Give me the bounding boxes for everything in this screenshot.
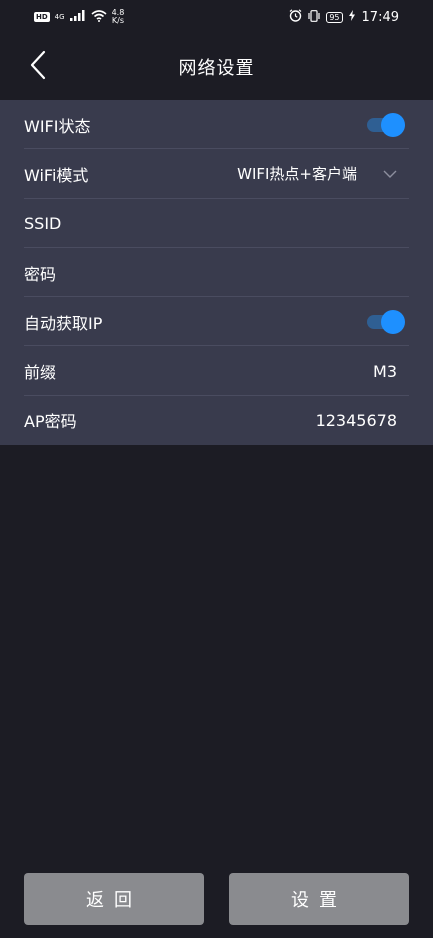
chevron-left-icon: [29, 50, 47, 84]
toggle-knob: [381, 309, 405, 334]
charging-icon: [348, 10, 355, 24]
back-button[interactable]: [18, 47, 58, 87]
password-row: 密码: [0, 248, 433, 298]
prefix-label: 前缀: [24, 363, 57, 383]
return-button[interactable]: 返回: [24, 873, 204, 925]
settings-panel: WIFI状态 WiFi模式 WIFI热点+客户端 SSID 密码 自动获取IP …: [0, 100, 433, 445]
cell-signal-icon: [69, 10, 86, 24]
ssid-input[interactable]: [197, 214, 397, 233]
network-settings-screen: HD 4G 4.8 K/s 95 17:49 网络设置 WIFI状态 WiFi模…: [0, 0, 433, 938]
password-label: 密码: [24, 264, 57, 284]
auto-ip-toggle[interactable]: [367, 309, 405, 334]
net-speed-unit: K/s: [111, 16, 124, 25]
ssid-row: SSID: [0, 199, 433, 249]
set-button[interactable]: 设置: [229, 873, 409, 925]
ssid-label: SSID: [24, 213, 62, 233]
wifi-mode-label: WiFi模式: [24, 165, 89, 185]
wifi-signal-icon: [91, 9, 107, 25]
status-right: 95 17:49: [289, 9, 399, 25]
wifi-mode-select[interactable]: WIFI热点+客户端: [237, 163, 397, 184]
prefix-row: 前缀 M3: [0, 346, 433, 397]
status-bar: HD 4G 4.8 K/s 95 17:49: [0, 0, 433, 34]
ap-password-label: AP密码: [24, 412, 77, 432]
wifi-status-toggle[interactable]: [367, 112, 405, 137]
hd-badge: HD: [34, 12, 50, 22]
status-left: HD 4G 4.8 K/s: [34, 9, 124, 25]
toggle-knob: [381, 112, 405, 137]
chevron-down-icon: [383, 170, 397, 178]
password-input[interactable]: [197, 263, 397, 282]
ap-password-value[interactable]: 12345678: [316, 411, 397, 430]
wifi-status-row: WIFI状态: [0, 100, 433, 150]
auto-ip-label: 自动获取IP: [24, 313, 103, 333]
auto-ip-row: 自动获取IP: [0, 297, 433, 347]
alarm-icon: [289, 9, 302, 25]
wifi-mode-value: WIFI热点+客户端: [237, 165, 357, 184]
net-speed: 4.8 K/s: [112, 9, 125, 25]
wifi-mode-row: WiFi模式 WIFI热点+客户端: [0, 149, 433, 199]
signal-gen-label: 4G: [54, 13, 65, 21]
header: 网络设置: [0, 34, 433, 100]
prefix-value[interactable]: M3: [373, 362, 397, 381]
page-title: 网络设置: [178, 58, 255, 79]
ap-password-row: AP密码 12345678: [0, 396, 433, 445]
battery-level: 95: [326, 11, 343, 23]
status-time: 17:49: [361, 9, 399, 25]
wifi-status-label: WIFI状态: [24, 116, 91, 136]
vibrate-icon: [307, 9, 321, 25]
